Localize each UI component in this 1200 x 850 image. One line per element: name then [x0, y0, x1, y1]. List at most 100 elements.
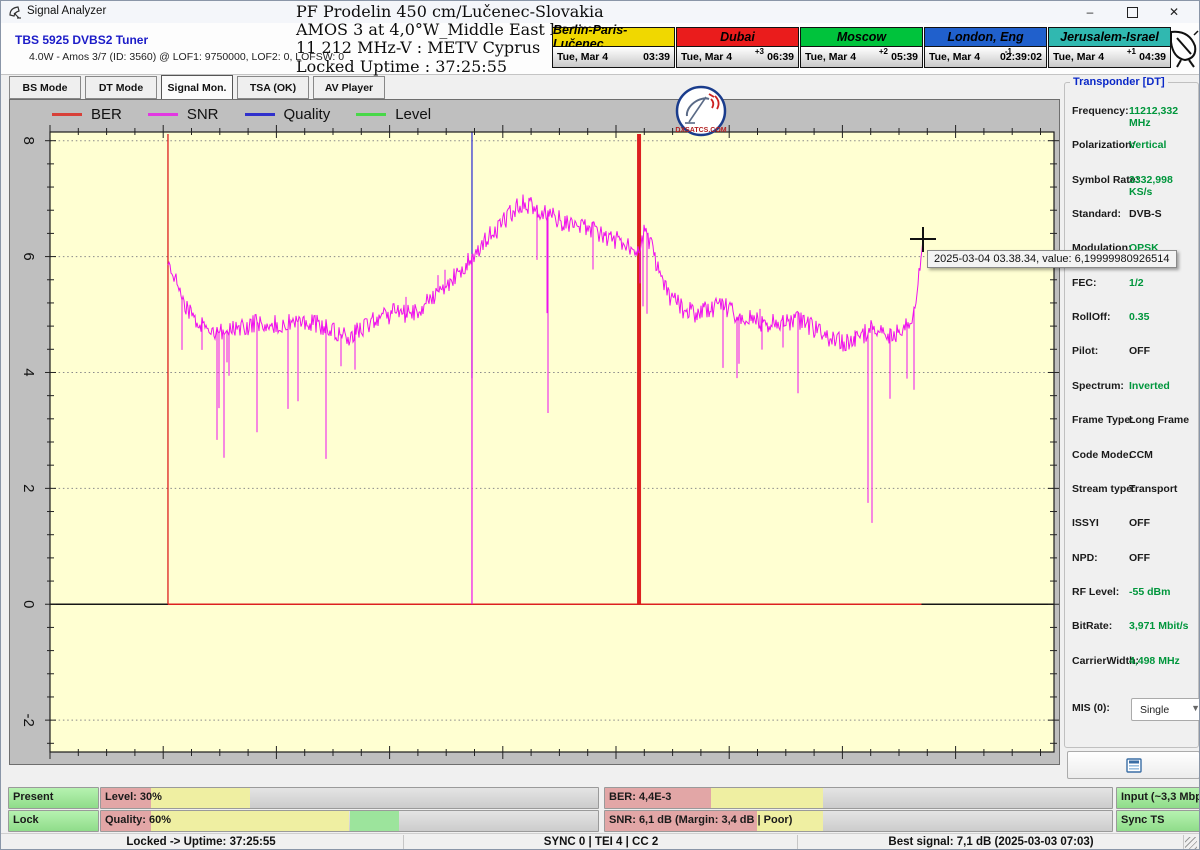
svg-text:4: 4 [20, 368, 37, 376]
svg-text:2: 2 [20, 484, 37, 492]
bar-label: Input (~3,3 Mbps) [1121, 791, 1200, 803]
indicator-bar-lock: Lock [8, 810, 99, 832]
tab-bs-mode[interactable]: BS Mode [9, 76, 81, 99]
legend-swatch [52, 113, 82, 116]
clock-datetime: Tue, Mar 4+306:39 [676, 47, 799, 68]
tp-row-label: Frequency: [1072, 105, 1129, 117]
save-icon [1126, 758, 1142, 773]
legend-item-level: Level [356, 106, 431, 123]
legend-label: Level [395, 106, 431, 123]
tp-row-label: NPD: [1072, 552, 1098, 564]
legend-swatch [148, 113, 178, 116]
satellite-dish-icon [1167, 28, 1200, 68]
tab-av-player[interactable]: AV Player [313, 76, 385, 99]
bar-segment [151, 788, 250, 808]
tp-row-label: Frame Type: [1072, 414, 1134, 426]
chart-tooltip: 2025-03-04 03.38.34, value: 6,1999998092… [927, 250, 1177, 268]
tp-row-value: 11212,332 MHz [1129, 105, 1199, 129]
indicator-bar-quality: Quality: 60% [100, 810, 599, 832]
clock-date-text: Tue, Mar 4 [681, 51, 732, 63]
tp-row-value: Transport [1129, 483, 1177, 495]
bar-label: SNR: 6,1 dB (Margin: 3,4 dB | Poor) [609, 814, 792, 826]
bar-label: Lock [13, 814, 39, 826]
svg-text:6: 6 [20, 252, 37, 260]
indicator-bar-present: Present [8, 787, 99, 809]
tp-row-value: -55 dBm [1129, 586, 1170, 598]
tp-row-value: 3332,998 KS/s [1129, 174, 1199, 198]
tp-row-value: 3,971 Mbit/s [1129, 620, 1189, 632]
clock-date-text: Tue, Mar 4 [1053, 51, 1104, 63]
clock-3: MoscowTue, Mar 4+205:39 [800, 27, 923, 68]
bar-label: Level: 30% [105, 791, 162, 803]
clock-datetime: Tue, Mar 4+205:39 [800, 47, 923, 68]
chart-legend: BER SNR Quality Level [52, 106, 457, 123]
legend-swatch [356, 113, 386, 116]
tp-row-value: OFF [1129, 552, 1150, 564]
tab-signal-mon-[interactable]: Signal Mon. [161, 75, 233, 100]
tp-row-label: Code Mode: [1072, 449, 1132, 461]
clock-1: Berlin-Paris-LučenecTue, Mar 403:39 [552, 27, 675, 68]
indicator-bar-ber: BER: 4,4E-3 [604, 787, 1113, 809]
close-button[interactable]: ✕ [1153, 1, 1195, 23]
clock-2: DubaiTue, Mar 4+306:39 [676, 27, 799, 68]
save-button[interactable] [1067, 751, 1200, 779]
status-best-signal: Best signal: 7,1 dB (2025-03-03 07:03) [888, 836, 1093, 848]
status-uptime: Locked -> Uptime: 37:25:55 [126, 836, 275, 848]
status-bar: Locked -> Uptime: 37:25:55 SYNC 0 | TEI … [1, 833, 1199, 850]
note-line-1: PF Prodelin 450 cm/Lučenec-Slovakia [296, 3, 604, 21]
svg-text:8: 8 [20, 137, 37, 145]
clock-4: London, EngTue, Mar 4-102:39:02 [924, 27, 1047, 68]
clock-time-text: 03:39 [643, 51, 670, 63]
clock-datetime: Tue, Mar 4-102:39:02 [924, 47, 1047, 68]
tp-row-label: BitRate: [1072, 620, 1112, 632]
dxsatcs-logo: DXSATCS.COM [673, 85, 729, 139]
clock-time-text: 06:39 [767, 51, 794, 63]
clock-utc-offset: +2 [879, 47, 888, 56]
legend-item-quality: Quality [245, 106, 331, 123]
bar-label: Present [13, 791, 53, 803]
tp-row-value: CCM [1129, 449, 1153, 461]
resize-grip[interactable] [1185, 837, 1197, 849]
tp-row-label: Stream type: [1072, 483, 1136, 495]
clock-time-text: 02:39:02 [1000, 51, 1042, 63]
clock-datetime: Tue, Mar 4 03:39 [552, 47, 675, 68]
tuner-title: TBS 5925 DVBS2 Tuner [15, 33, 148, 47]
tp-row-value: 1/2 [1129, 277, 1144, 289]
legend-label: Quality [284, 106, 331, 123]
tp-row-label: ISSYI [1072, 517, 1099, 529]
cursor-crosshair-h [910, 238, 936, 240]
legend-swatch [245, 113, 275, 116]
tp-row-value: OFF [1129, 517, 1150, 529]
mis-dropdown[interactable]: Single ▼ [1131, 698, 1200, 721]
tab-tsa-ok-[interactable]: TSA (OK) [237, 76, 309, 99]
legend-label: BER [91, 106, 122, 123]
status-sync: SYNC 0 | TEI 4 | CC 2 [544, 836, 658, 848]
tp-row-value: DVB-S [1129, 208, 1162, 220]
mode-tabs: BS ModeDT ModeSignal Mon.TSA (OK)AV Play… [9, 76, 389, 100]
tp-row-value: OFF [1129, 345, 1150, 357]
svg-text:0: 0 [20, 600, 37, 608]
maximize-button[interactable] [1111, 1, 1153, 23]
chart-canvas[interactable]: 8 6 4 2 0 -2 [10, 100, 1059, 764]
tp-row-label: RF Level: [1072, 586, 1119, 598]
indicator-bar-level: Level: 30% [100, 787, 599, 809]
clock-date-text: Tue, Mar 4 [557, 51, 608, 63]
signal-chart[interactable]: BER SNR Quality Level 8 6 4 2 0 -2 [9, 99, 1060, 765]
signal-analyzer-window: Signal Analyzer – ✕ TBS 5925 DVBS2 Tuner… [0, 0, 1200, 850]
indicator-bar-syncts: Sync TS [1116, 810, 1200, 832]
tab-dt-mode[interactable]: DT Mode [85, 76, 157, 99]
mis-selected-value: Single [1140, 704, 1169, 716]
clock-time-text: 04:39 [1139, 51, 1166, 63]
legend-item-ber: BER [52, 106, 122, 123]
clock-city-label: Moscow [800, 27, 923, 47]
transponder-title: Transponder [DT] [1070, 76, 1168, 88]
clock-time-text: 05:39 [891, 51, 918, 63]
svg-text:-2: -2 [20, 713, 37, 726]
legend-label: SNR [187, 106, 219, 123]
minimize-button[interactable]: – [1069, 1, 1111, 23]
clock-utc-offset: +1 [1127, 47, 1136, 56]
clock-city-label: Dubai [676, 27, 799, 47]
tp-row-label: Standard: [1072, 208, 1121, 220]
bar-label: Sync TS [1121, 814, 1164, 826]
clock-datetime: Tue, Mar 4 +104:39 [1048, 47, 1171, 68]
